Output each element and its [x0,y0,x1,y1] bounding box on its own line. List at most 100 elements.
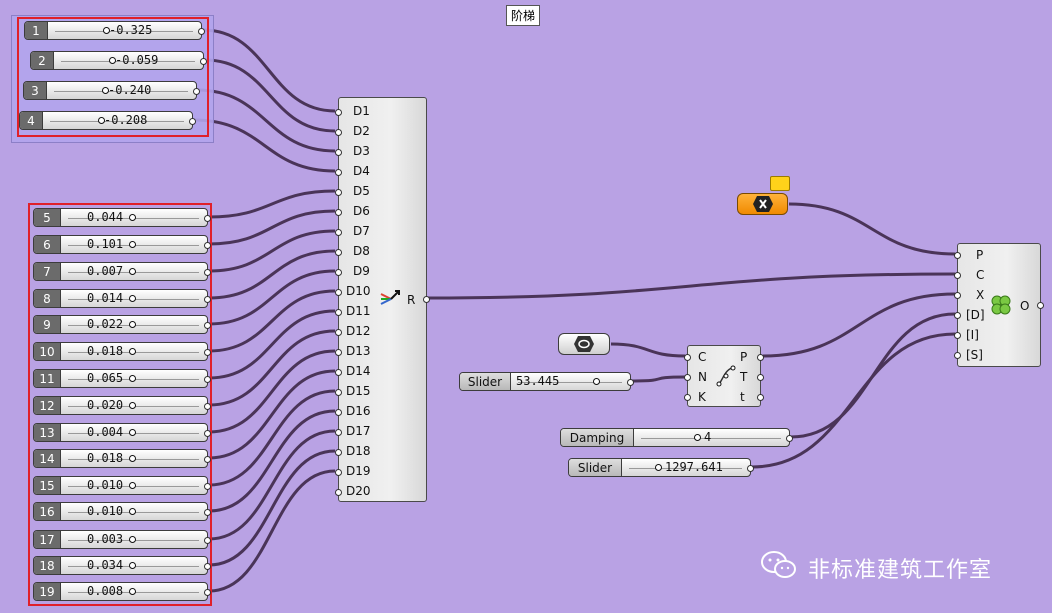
number-slider-12[interactable]: 12 0.020 [33,396,211,415]
slider-grip[interactable] [129,455,136,462]
solver-input-port[interactable] [954,272,961,279]
number-slider-19[interactable]: 19 0.008 [33,582,211,601]
solver-input-port[interactable] [954,312,961,319]
subcurve-input-port[interactable] [684,374,691,381]
number-slider-10[interactable]: 10 0.018 [33,342,211,361]
big-slider[interactable]: Slider 1297.641 [568,458,754,477]
number-slider-1[interactable]: 1 -0.325 [24,21,205,40]
merge-input-port[interactable] [335,389,342,396]
solver-component[interactable]: O P C X [D] [I] [S] [954,243,1044,367]
subdivide-curve-component[interactable]: CNK PTt [684,345,764,407]
number-slider-11[interactable]: 11 0.065 [33,369,211,388]
merge-input-port[interactable] [335,329,342,336]
slider-output-port[interactable] [204,376,211,383]
number-slider-9[interactable]: 9 0.022 [33,315,211,334]
solver-input-port[interactable] [954,352,961,359]
slider-grip[interactable] [129,268,136,275]
merge-input-port[interactable] [335,209,342,216]
number-slider-17[interactable]: 17 0.003 [33,530,211,549]
number-slider-6[interactable]: 6 0.101 [33,235,211,254]
slider-output-port[interactable] [204,430,211,437]
slider-grip[interactable] [129,321,136,328]
merge-input-port[interactable] [335,109,342,116]
merge-output-port[interactable] [423,296,430,303]
slider-grip[interactable] [129,508,136,515]
slider-output-port[interactable] [204,589,211,596]
number-slider-5[interactable]: 5 0.044 [33,208,211,227]
number-slider-13[interactable]: 13 0.004 [33,423,211,442]
merge-input-port[interactable] [335,449,342,456]
slider-grip[interactable] [694,434,701,441]
subcurve-input-port[interactable] [684,354,691,361]
merge-input-port[interactable] [335,289,342,296]
slider-output-port[interactable] [204,215,211,222]
slider-output-port[interactable] [200,58,207,65]
subcurve-output-port[interactable] [757,354,764,361]
slider-output-port[interactable] [627,379,634,386]
slider-grip[interactable] [129,214,136,221]
number-slider-2[interactable]: 2 -0.059 [30,51,207,70]
slider-output-port[interactable] [204,322,211,329]
slider-grip[interactable] [593,378,600,385]
merge-input-port[interactable] [335,429,342,436]
slider-grip[interactable] [129,429,136,436]
number-slider-8[interactable]: 8 0.014 [33,289,211,308]
merge-input-port[interactable] [335,269,342,276]
orange-toggle-component[interactable] [737,193,788,215]
slider-output-port[interactable] [204,242,211,249]
slider-grip[interactable] [129,536,136,543]
slider-output-port[interactable] [204,403,211,410]
merge-input-port[interactable] [335,309,342,316]
slider-grip[interactable] [129,588,136,595]
subcurve-output-port[interactable] [757,374,764,381]
merge-input-port[interactable] [335,249,342,256]
slider-output-port[interactable] [204,296,211,303]
merge-input-port[interactable] [335,369,342,376]
subcurve-output-port[interactable] [757,394,764,401]
slider-output-port[interactable] [204,563,211,570]
slider-output-port[interactable] [204,509,211,516]
damping-slider[interactable]: Damping 4 [560,428,793,447]
slider-output-port[interactable] [204,269,211,276]
slider-output-port[interactable] [786,435,793,442]
number-slider-16[interactable]: 16 0.010 [33,502,211,521]
slider-output-port[interactable] [204,537,211,544]
merge-input-port[interactable] [335,489,342,496]
number-slider-3[interactable]: 3 -0.240 [23,81,200,100]
merge-input-port[interactable] [335,149,342,156]
merge-input-port[interactable] [335,469,342,476]
number-slider-18[interactable]: 18 0.034 [33,556,211,575]
merge-input-port[interactable] [335,229,342,236]
slider-grip[interactable] [129,402,136,409]
solver-output-port[interactable] [1037,302,1044,309]
merge-input-port[interactable] [335,129,342,136]
slider-output-port[interactable] [204,483,211,490]
slider-grip[interactable] [129,241,136,248]
slider-grip[interactable] [655,464,662,471]
merge-input-port[interactable] [335,189,342,196]
number-slider-14[interactable]: 14 0.018 [33,449,211,468]
number-slider-7[interactable]: 7 0.007 [33,262,211,281]
slider-grip[interactable] [129,375,136,382]
solver-input-port[interactable] [954,252,961,259]
merge-component[interactable]: R D1 D2 D3 D4 D5 D6 D7 D8 D9 D10 D11 D12 D13 D14 D15 D1… [335,97,430,502]
slider-output-port[interactable] [747,465,754,472]
merge-input-port[interactable] [335,169,342,176]
merge-input-port[interactable] [335,349,342,356]
geometry-param[interactable] [558,333,610,355]
number-slider-4[interactable]: 4 -0.208 [19,111,196,130]
slider-grip[interactable] [129,348,136,355]
solver-input-port[interactable] [954,332,961,339]
slider-output-port[interactable] [204,456,211,463]
slider-output-port[interactable] [193,88,200,95]
slider-grip[interactable] [129,295,136,302]
slider-grip[interactable] [129,482,136,489]
slider-output-port[interactable] [189,118,196,125]
slider-grip[interactable] [129,562,136,569]
slider-output-port[interactable] [204,349,211,356]
subcurve-input-port[interactable] [684,394,691,401]
n-slider[interactable]: Slider 53.445 [459,372,634,391]
number-slider-15[interactable]: 15 0.010 [33,476,211,495]
solver-input-port[interactable] [954,292,961,299]
merge-input-port[interactable] [335,409,342,416]
